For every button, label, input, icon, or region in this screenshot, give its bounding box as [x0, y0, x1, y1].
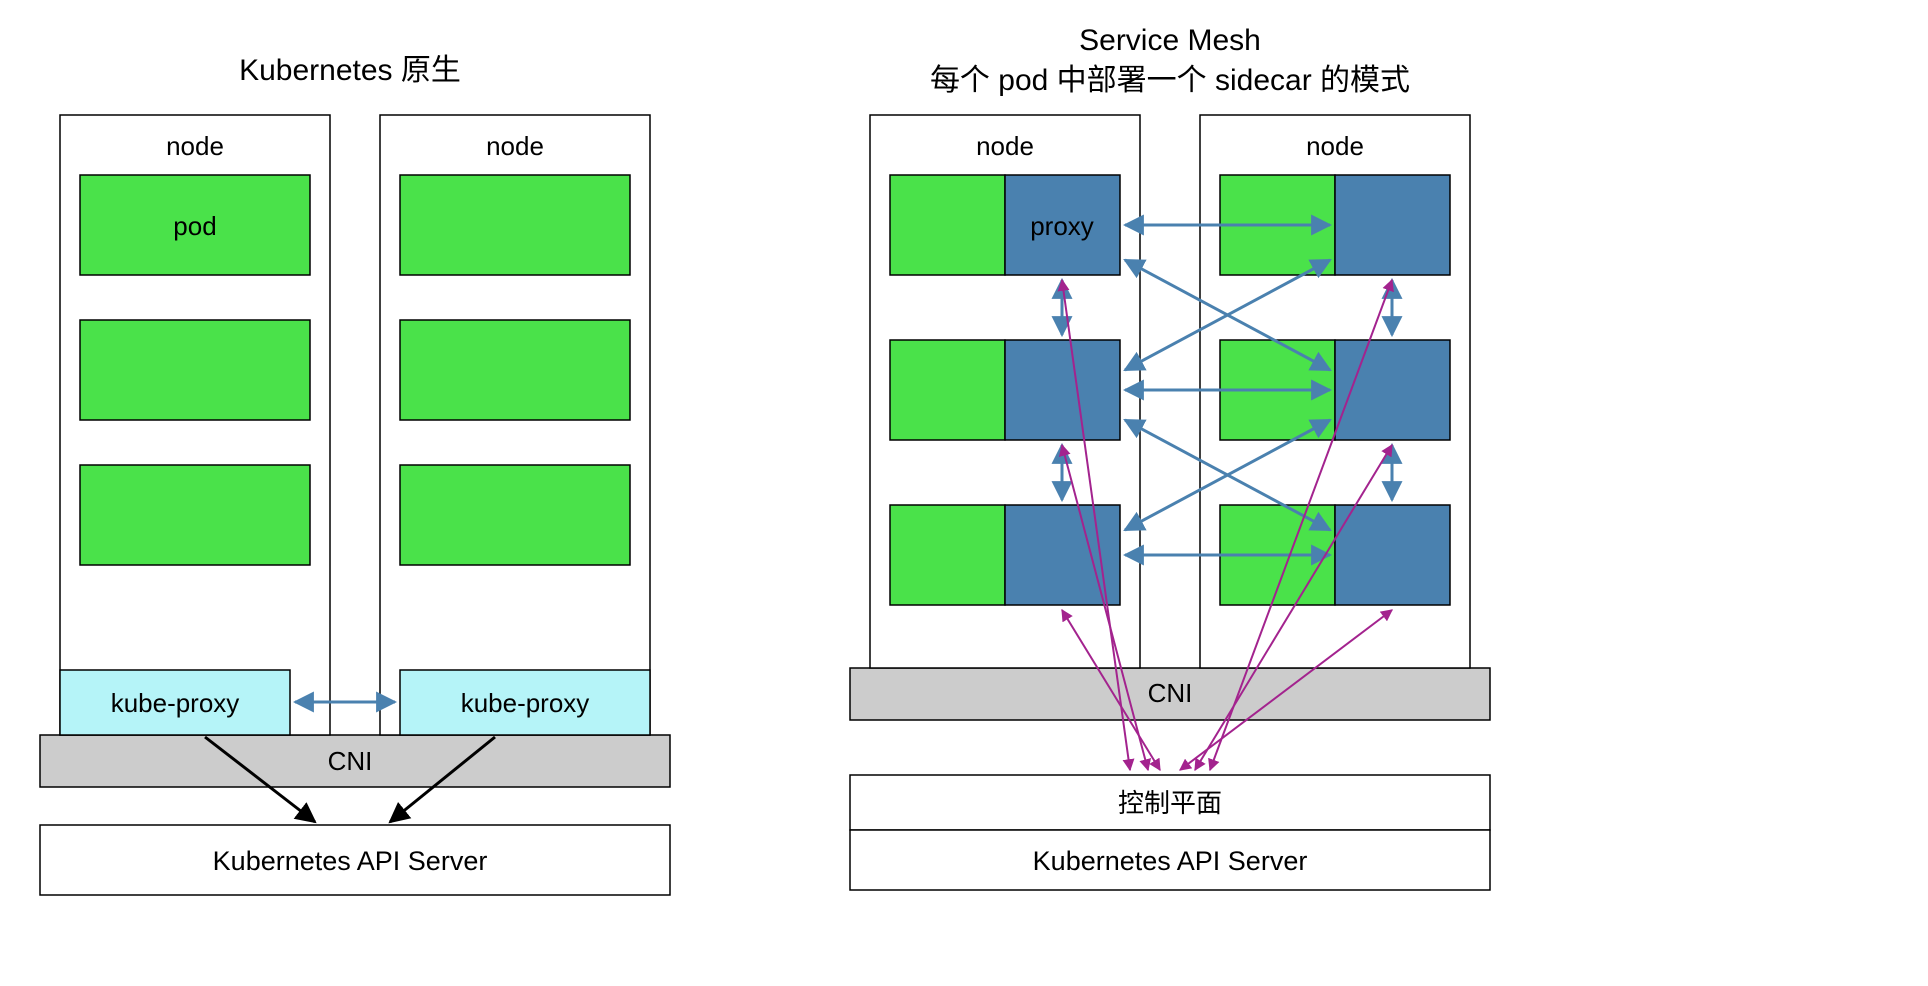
- left-node2-pod3: [400, 465, 630, 565]
- left-diagram: Kubernetes 原生 CNI node node pod kube-pro…: [40, 54, 670, 895]
- right-node1-pod3: [890, 505, 1120, 605]
- left-node2-pod2: [400, 320, 630, 420]
- right-diagram: Service Mesh 每个 pod 中部署一个 sidecar 的模式 CN…: [850, 24, 1490, 890]
- diagram-canvas: Kubernetes 原生 CNI node node pod kube-pro…: [0, 0, 1928, 986]
- left-pod-label: pod: [173, 211, 216, 241]
- left-node-1-label: node: [166, 131, 224, 161]
- right-title-1: Service Mesh: [1079, 24, 1261, 57]
- right-node-2-label: node: [1306, 131, 1364, 161]
- left-title: Kubernetes 原生: [239, 54, 461, 87]
- left-node2-pod1: [400, 175, 630, 275]
- right-title-2: 每个 pod 中部署一个 sidecar 的模式: [930, 64, 1410, 97]
- right-node-1-label: node: [976, 131, 1034, 161]
- left-node-2-label: node: [486, 131, 544, 161]
- right-node1-pod2: [890, 340, 1120, 440]
- left-kubeproxy-2-label: kube-proxy: [461, 688, 590, 718]
- right-cni-label: CNI: [1148, 678, 1193, 708]
- right-proxy-label: proxy: [1030, 211, 1094, 241]
- left-api-label: Kubernetes API Server: [213, 846, 488, 876]
- right-api-label: Kubernetes API Server: [1033, 846, 1308, 876]
- left-kubeproxy-1-label: kube-proxy: [111, 688, 240, 718]
- right-node1-pod1: proxy: [890, 175, 1120, 275]
- left-node1-pod3: [80, 465, 310, 565]
- left-cni-label: CNI: [328, 746, 373, 776]
- left-node1-pod2: [80, 320, 310, 420]
- right-control-plane-label: 控制平面: [1118, 788, 1222, 818]
